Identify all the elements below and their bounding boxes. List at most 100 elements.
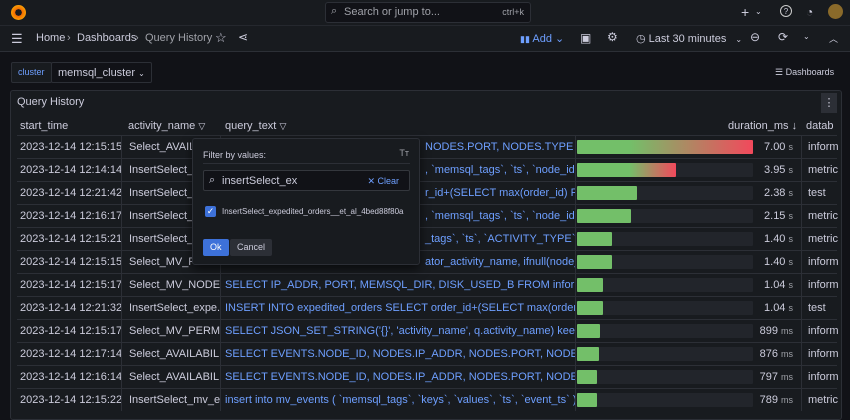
- refresh-interval-chevron-icon[interactable]: ⌄: [803, 32, 810, 41]
- duration-bar: [577, 209, 632, 223]
- duration-cell: 1.40 s: [764, 251, 793, 273]
- panel-title: Query History: [17, 96, 85, 108]
- duration-value: 899: [759, 325, 778, 337]
- duration-cell: 899 ms: [760, 320, 793, 342]
- table-row: 2023-12-14 12:17:14 Select_AVAILABILI...…: [17, 342, 839, 365]
- activity-name-cell: Select_AVAILABILI...: [122, 366, 221, 388]
- search-input[interactable]: ⌕ Search or jump to... ctrl+k: [325, 2, 531, 23]
- variable-label: cluster: [11, 62, 52, 83]
- start-time-cell: 2023-12-14 12:14:14: [20, 159, 122, 181]
- activity-name-cell: InsertSelect_expe...: [122, 297, 221, 319]
- breadcrumb-home[interactable]: Home: [36, 32, 65, 44]
- help-icon[interactable]: ?: [780, 5, 792, 17]
- duration-bar-track: [577, 232, 753, 246]
- duration-unit: s: [788, 188, 794, 198]
- database-cell: inform: [801, 366, 841, 388]
- ok-button[interactable]: Ok: [203, 239, 229, 256]
- settings-gear-icon[interactable]: ⚙: [607, 30, 618, 44]
- save-icon[interactable]: ▣: [580, 31, 591, 45]
- cancel-button[interactable]: Cancel: [230, 239, 273, 256]
- column-header-activity-name[interactable]: activity_name ▽: [128, 120, 205, 132]
- database-cell: metric: [801, 159, 841, 181]
- duration-unit: ms: [781, 395, 793, 405]
- user-avatar[interactable]: [828, 4, 843, 19]
- new-plus-icon[interactable]: +: [741, 4, 749, 20]
- clear-label: Clear: [377, 176, 399, 186]
- database-cell: metric: [801, 205, 841, 227]
- chevron-down-icon: ⌄: [138, 69, 145, 78]
- duration-bar-track: [577, 278, 753, 292]
- search-placeholder: Search or jump to...: [344, 6, 440, 18]
- chevron-down-icon[interactable]: ⌄: [755, 7, 762, 16]
- shortcut-hint: ctrl+k: [502, 7, 524, 17]
- duration-cell: 1.04 s: [764, 297, 793, 319]
- grafana-logo[interactable]: [11, 5, 26, 20]
- duration-unit: s: [788, 211, 794, 221]
- query-text-cell[interactable]: SELECT JSON_SET_STRING('{}', 'activity_n…: [221, 320, 576, 342]
- filter-option-label[interactable]: InsertSelect_expedited_orders__et_al_4be…: [222, 207, 416, 216]
- cluster-variable-select[interactable]: memsql_cluster ⌄: [51, 62, 152, 83]
- dashboards-link[interactable]: ☰ Dashboards: [775, 67, 834, 78]
- duration-bar-track: [577, 255, 753, 269]
- query-text-cell[interactable]: insert into mv_events ( `memsql_tags`, `…: [221, 389, 576, 411]
- start-time-cell: 2023-12-14 12:15:15: [20, 136, 122, 158]
- column-header-duration-ms[interactable]: duration_ms ↓: [728, 120, 797, 132]
- duration-bar-track: [577, 301, 753, 315]
- filter-popup: Filter by values: Tт ⌕ insertSelect_ex ✕…: [192, 138, 420, 265]
- duration-cell: 789 ms: [760, 389, 793, 411]
- query-text-cell[interactable]: INSERT INTO expedited_orders SELECT orde…: [221, 297, 576, 319]
- duration-bar: [577, 370, 598, 384]
- filter-icon[interactable]: ▽: [279, 121, 286, 131]
- column-header-query-text[interactable]: query_text ▽: [225, 120, 286, 132]
- duration-bar-track: [577, 324, 753, 338]
- table-row: 2023-12-14 12:15:17 Select_MV_PERMI... S…: [17, 319, 839, 342]
- add-button[interactable]: ▮▮ Add ⌄: [520, 32, 564, 45]
- refresh-icon[interactable]: ⟳: [778, 30, 788, 44]
- table-row: 2023-12-14 12:15:15 Select_AVAILA NODES.…: [17, 135, 839, 158]
- query-text-cell[interactable]: SELECT IP_ADDR, PORT, MEMSQL_DIR, DISK_U…: [221, 274, 576, 296]
- time-range-picker[interactable]: ◷ Last 30 minutes ⌄: [636, 32, 742, 45]
- duration-unit: s: [788, 142, 794, 152]
- query-text-cell[interactable]: SELECT EVENTS.NODE_ID, NODES.IP_ADDR, NO…: [221, 366, 576, 388]
- panel-menu-icon[interactable]: ⋮: [821, 93, 837, 113]
- filter-search-input[interactable]: ⌕ insertSelect_ex ✕ Clear: [203, 170, 410, 191]
- duration-bar: [577, 140, 753, 154]
- start-time-cell: 2023-12-14 12:21:42: [20, 182, 122, 204]
- duration-cell: 1.04 s: [764, 274, 793, 296]
- top-bar: ⌕ Search or jump to... ctrl+k + ⌄ ? ◔: [0, 0, 850, 26]
- activity-name-cell: Select_AVAILABILI...: [122, 343, 221, 365]
- database-cell: test: [801, 182, 841, 204]
- filter-option-checkbox[interactable]: ✓: [205, 206, 216, 217]
- query-text-cell[interactable]: SELECT EVENTS.NODE_ID, NODES.IP_ADDR, NO…: [221, 343, 576, 365]
- duration-cell: 797 ms: [760, 366, 793, 388]
- start-time-cell: 2023-12-14 12:15:17: [20, 320, 122, 342]
- duration-unit: ms: [781, 326, 793, 336]
- menu-icon[interactable]: ☰: [11, 31, 23, 47]
- column-header-start-time[interactable]: start_time: [20, 120, 68, 132]
- duration-unit: ms: [781, 372, 793, 382]
- duration-bar: [577, 255, 613, 269]
- chevron-down-icon: ⌄: [735, 35, 743, 44]
- zoom-out-icon[interactable]: ⊖: [750, 30, 760, 44]
- duration-value: 2.38: [764, 187, 786, 199]
- filter-icon[interactable]: ▽: [198, 121, 205, 131]
- duration-bar: [577, 301, 604, 315]
- duration-value: 2.15: [764, 210, 786, 222]
- duration-value: 3.95: [764, 164, 786, 176]
- start-time-cell: 2023-12-14 12:17:14: [20, 343, 122, 365]
- news-rss-icon[interactable]: ◔: [806, 5, 813, 19]
- case-sensitive-icon[interactable]: Tт: [399, 148, 409, 158]
- breadcrumb-dashboards[interactable]: Dashboards: [77, 32, 136, 44]
- clear-button[interactable]: ✕ Clear: [367, 176, 399, 187]
- collapse-chevron-up-icon[interactable]: ︿: [829, 32, 838, 45]
- popup-divider: [203, 163, 410, 164]
- share-icon[interactable]: ⋖: [238, 30, 248, 44]
- column-header-database[interactable]: datab: [806, 120, 834, 132]
- header-label: duration_ms: [728, 120, 789, 132]
- table-row: 2023-12-14 12:16:17 InsertSelect_q , `me…: [17, 204, 838, 227]
- duration-value: 797: [759, 371, 778, 383]
- star-icon[interactable]: ☆: [215, 30, 227, 46]
- duration-bar: [577, 347, 599, 361]
- start-time-cell: 2023-12-14 12:15:21: [20, 228, 122, 250]
- list-icon: ☰: [775, 67, 784, 77]
